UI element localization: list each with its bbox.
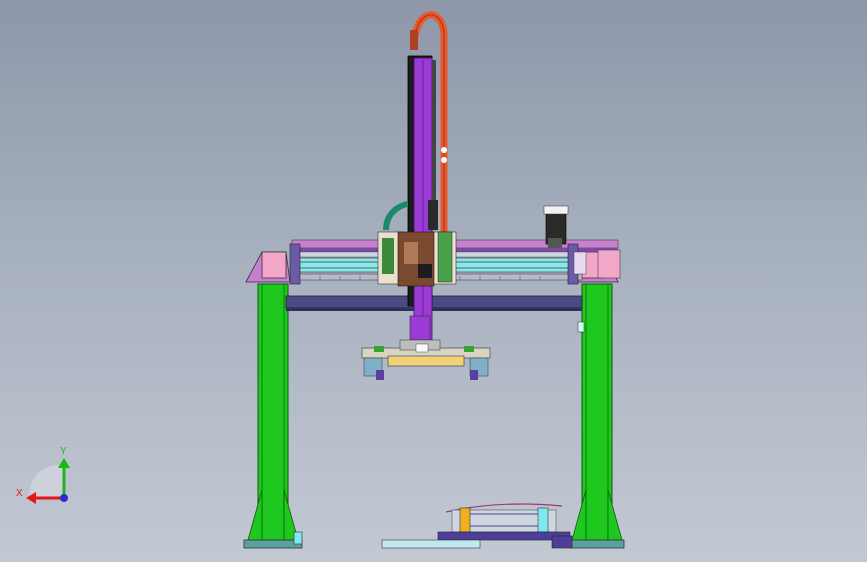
left-column-foot bbox=[243, 539, 303, 549]
x-axis-label: X bbox=[16, 488, 23, 499]
right-column-foot bbox=[569, 539, 625, 549]
gripper-plate bbox=[387, 355, 465, 367]
left-column-gusset bbox=[247, 489, 263, 541]
x-axis-servo-motor[interactable] bbox=[543, 205, 569, 248]
gripper-end-effector[interactable] bbox=[361, 339, 491, 380]
floor-fixture[interactable] bbox=[381, 503, 573, 549]
vertical-axis-foot bbox=[409, 315, 431, 341]
y-axis-label: Y bbox=[60, 446, 67, 457]
coordinate-triad: Y X bbox=[16, 446, 70, 504]
left-column-top-cap bbox=[261, 251, 287, 279]
z-axis-point bbox=[60, 494, 68, 502]
right-pink-end-cap bbox=[597, 249, 621, 279]
cad-viewport[interactable]: Y X bbox=[0, 0, 867, 562]
floor-slab bbox=[381, 539, 481, 549]
lower-beam bbox=[285, 295, 583, 309]
gantry-robot-model[interactable]: Y X bbox=[0, 0, 867, 562]
fixture-base-plate bbox=[437, 531, 571, 541]
